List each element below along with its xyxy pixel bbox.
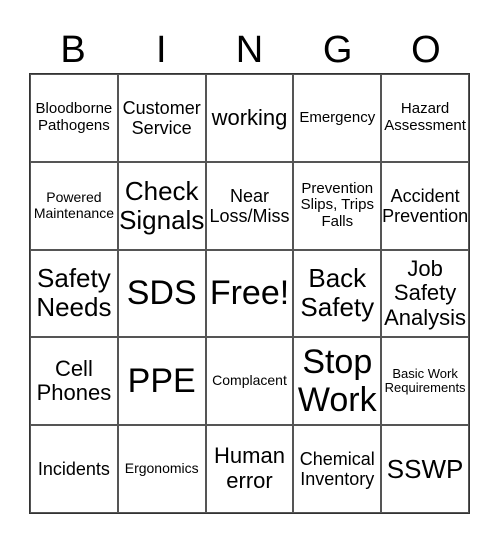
- header-letter-g: G: [322, 29, 353, 71]
- bingo-cell[interactable]: Near Loss/Miss: [205, 161, 294, 250]
- cell-label: Back Safety: [300, 263, 375, 323]
- bingo-cell[interactable]: Human error: [205, 425, 294, 513]
- bingo-cell[interactable]: Prevention Slips, Trips Falls: [293, 161, 382, 250]
- cell-label: Cell Phones: [36, 355, 112, 406]
- cell-label: Hazard Assessment: [384, 100, 466, 134]
- bingo-cell[interactable]: Ergonomics: [117, 425, 206, 513]
- cell-label: Powered Maintenance: [33, 189, 114, 221]
- bingo-cell[interactable]: Complacent: [205, 337, 294, 426]
- bingo-cell[interactable]: SDS: [117, 249, 206, 338]
- cell-label: SDS: [126, 274, 197, 313]
- cell-label: Complacent: [212, 372, 287, 389]
- cell-label: Job Safety Analysis: [384, 255, 467, 330]
- bingo-cell[interactable]: Bloodborne Pathogens: [30, 74, 118, 162]
- bingo-cell[interactable]: Powered Maintenance: [30, 161, 118, 250]
- bingo-cell[interactable]: Emergency: [293, 74, 382, 162]
- header-letter-n: N: [235, 29, 264, 71]
- cell-label: Basic Work Requirements: [384, 365, 466, 396]
- header-letter-o: O: [411, 29, 441, 71]
- bingo-cell[interactable]: Stop Work: [293, 337, 382, 426]
- cell-label: working: [211, 104, 288, 130]
- bingo-cell[interactable]: Back Safety: [293, 249, 382, 338]
- bingo-cell[interactable]: Basic Work Requirements: [381, 337, 469, 426]
- bingo-card: Bloodborne Pathogens Customer Service work…: [29, 73, 470, 514]
- bingo-cell[interactable]: working: [205, 74, 294, 162]
- cell-label: Free!: [209, 274, 290, 313]
- header-letter-i: I: [156, 29, 167, 71]
- cell-label: Chemical Inventory: [299, 448, 375, 490]
- free-space-cell[interactable]: Free!: [205, 249, 294, 338]
- bingo-cell[interactable]: PPE: [117, 337, 206, 426]
- cell-label: Incidents: [37, 459, 110, 480]
- cell-label: Human error: [214, 443, 285, 494]
- bingo-cell[interactable]: Incidents: [30, 425, 118, 513]
- bingo-cell[interactable]: SSWP: [381, 425, 469, 513]
- cell-label: Emergency: [299, 108, 376, 126]
- bingo-cell[interactable]: Check Signals: [117, 161, 206, 250]
- bingo-cell[interactable]: Hazard Assessment: [381, 74, 469, 162]
- cell-label: Prevention Slips, Trips Falls: [300, 179, 374, 231]
- bingo-cell[interactable]: Job Safety Analysis: [381, 249, 469, 338]
- cell-label: Check Signals: [119, 175, 205, 235]
- bingo-cell[interactable]: Customer Service: [117, 74, 206, 162]
- cell-label: Accident Prevention: [382, 185, 469, 226]
- cell-label: Stop Work: [297, 343, 377, 420]
- cell-label: Customer Service: [122, 97, 201, 138]
- bingo-cell[interactable]: Cell Phones: [30, 337, 118, 426]
- cell-label: PPE: [127, 362, 196, 401]
- cell-label: Near Loss/Miss: [209, 185, 290, 226]
- cell-label: Ergonomics: [124, 460, 199, 477]
- cell-label: SSWP: [386, 453, 464, 484]
- bingo-cell[interactable]: Chemical Inventory: [293, 425, 382, 513]
- cell-label: Bloodborne Pathogens: [35, 100, 113, 134]
- cell-label: Safety Needs: [36, 263, 112, 323]
- bingo-cell[interactable]: Safety Needs: [30, 249, 118, 338]
- bingo-header: B I N G O: [29, 20, 470, 72]
- bingo-cell[interactable]: Accident Prevention: [381, 161, 469, 250]
- header-letter-b: B: [60, 29, 86, 71]
